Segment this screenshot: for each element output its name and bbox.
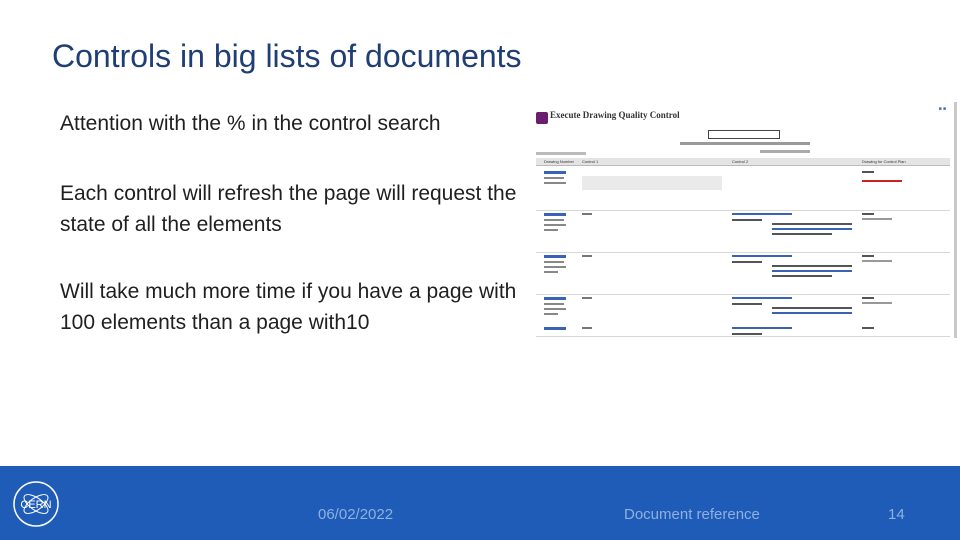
slide-title: Controls in big lists of documents bbox=[52, 38, 522, 74]
app-title: Execute Drawing Quality Control bbox=[550, 110, 680, 120]
footer-bar bbox=[0, 466, 960, 540]
drawing-link[interactable] bbox=[544, 255, 566, 258]
bullet-item: Attention with the % in the control sear… bbox=[60, 112, 441, 135]
table-header: Drawing Number Control 1 Control 2 Drawi… bbox=[536, 158, 950, 166]
table-row[interactable] bbox=[536, 210, 950, 253]
cern-logo-icon: CERN bbox=[13, 481, 59, 527]
checkbox-label[interactable] bbox=[536, 152, 586, 155]
column-header: Drawing Number bbox=[544, 159, 575, 164]
drawing-link[interactable] bbox=[544, 297, 566, 300]
table-row[interactable] bbox=[536, 252, 950, 295]
drawing-link[interactable] bbox=[544, 213, 566, 216]
footer-date: 06/02/2022 bbox=[318, 506, 394, 523]
column-header: Drawing for Control Plan bbox=[862, 159, 906, 164]
table-row[interactable] bbox=[536, 324, 950, 338]
column-header: Control 1 bbox=[582, 159, 599, 164]
column-header: Control 2 bbox=[732, 159, 749, 164]
hint-text bbox=[760, 150, 810, 153]
drawing-link[interactable] bbox=[544, 171, 566, 174]
page-number: 14 bbox=[888, 506, 905, 523]
table-row[interactable] bbox=[536, 168, 950, 211]
footer-reference: Document reference bbox=[624, 506, 760, 523]
app-logo-icon bbox=[536, 112, 548, 124]
cern-logo-text: CERN bbox=[20, 499, 51, 511]
bullet-item: Each control will refresh the page will … bbox=[60, 182, 517, 236]
filter-line bbox=[680, 142, 810, 145]
top-links: ■ ■ bbox=[938, 106, 946, 112]
drawing-link[interactable] bbox=[544, 327, 566, 330]
embedded-screenshot: Execute Drawing Quality Control ■ ■ Draw… bbox=[530, 102, 957, 338]
search-input[interactable] bbox=[708, 130, 780, 139]
bullet-item: Will take much more time if you have a p… bbox=[60, 280, 517, 334]
